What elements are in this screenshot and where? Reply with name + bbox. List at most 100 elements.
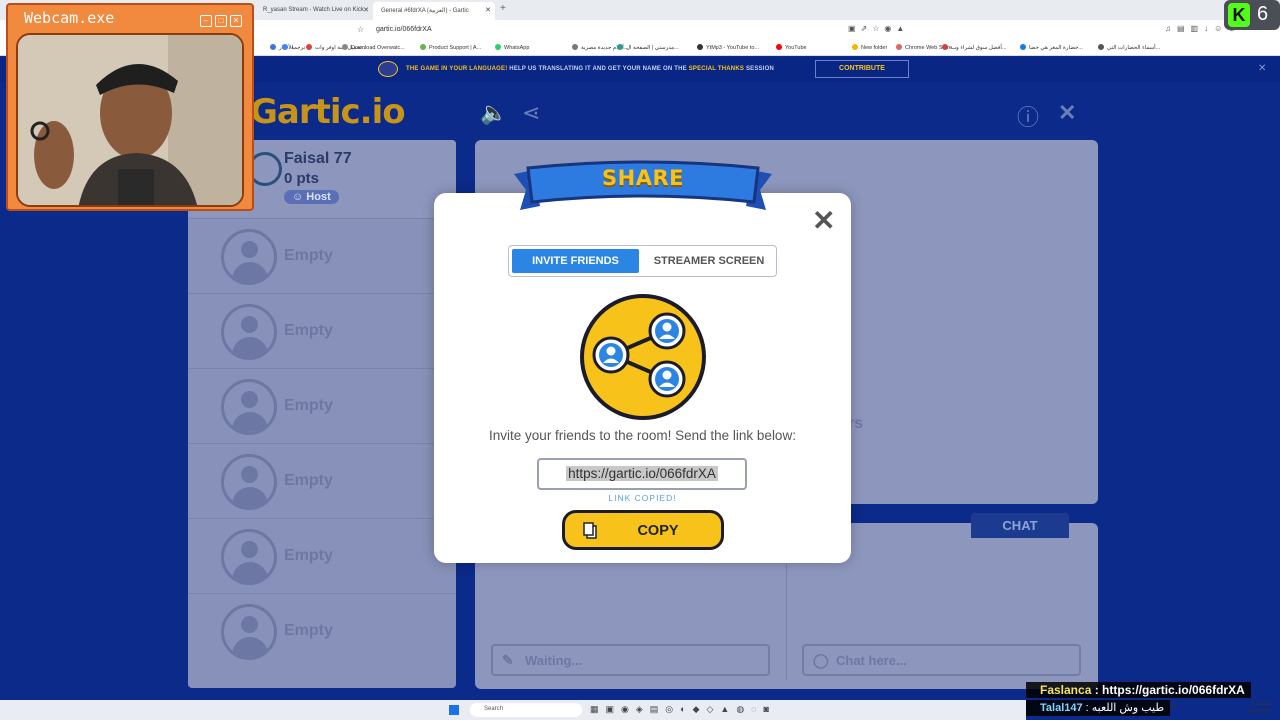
browser-tab-kick[interactable]: R_yasan Stream - Watch Live on Kick ✕: [255, 2, 373, 20]
bookmark-star-icon[interactable]: ☆: [357, 25, 364, 34]
host-badge-label: Host: [306, 191, 331, 203]
browser-tab-gartic[interactable]: General #6fdrXA (العربية) - Gartic ✕: [373, 2, 495, 20]
chat-placeholder: Chat here...: [836, 653, 907, 668]
bookmark-item[interactable]: YtMp3 - YouTube to...: [697, 44, 759, 51]
sound-icon[interactable]: 🔈: [480, 100, 507, 126]
bookmark-favicon-icon: [896, 44, 902, 50]
close-tab-icon[interactable]: ✕: [363, 6, 369, 14]
empty-avatar-icon: [221, 379, 277, 435]
bookmark-item[interactable]: New folder: [852, 44, 887, 51]
minimize-icon: –: [200, 15, 212, 27]
banner-mid: HELP US TRANSLATING IT AND GET YOUR NAME…: [507, 66, 689, 72]
system-clock[interactable]: 9:44 PM 8/26/2023: [1248, 702, 1270, 716]
taskbar-search[interactable]: Search: [470, 703, 582, 717]
url-field[interactable]: gartic.io/066fdrXA: [376, 26, 432, 33]
webcam-window-controls: – □ ✕: [197, 10, 242, 28]
player-slot-empty: Empty: [188, 443, 456, 518]
bookmark-item[interactable]: YouTube: [776, 44, 807, 51]
invite-message: Invite your friends to the room! Send th…: [489, 428, 796, 443]
clock-time: 9:44 PM: [1251, 702, 1271, 708]
stream-chat-message: Faslanca : https://gartic.io/066fdrXA: [1026, 682, 1251, 698]
invite-link-field[interactable]: https://gartic.io/066fdrXA: [537, 458, 747, 490]
banner-highlight: SPECIAL THANKS: [688, 66, 745, 72]
slot-label: Empty: [284, 247, 333, 264]
bookmark-favicon-icon: [342, 44, 348, 50]
banner-lead: THE GAME IN YOUR LANGUAGE!: [406, 66, 508, 72]
chat-username: Faslanca: [1040, 683, 1092, 697]
bookmark-label: ترجمة: [291, 45, 306, 51]
copy-button-label: COPY: [637, 523, 679, 539]
share-icon[interactable]: ⋖: [522, 100, 540, 126]
bookmark-item[interactable]: WhatsApp: [495, 44, 529, 51]
banner-close-icon[interactable]: ✕: [1258, 63, 1266, 74]
bookmark-favicon-icon: [495, 44, 501, 50]
modal-close-icon[interactable]: ✕: [812, 207, 835, 235]
chat-text: https://gartic.io/066fdrXA: [1102, 683, 1245, 697]
info-icon[interactable]: ⓘ: [1017, 100, 1039, 132]
bookmark-item[interactable]: ترجمة: [282, 44, 305, 51]
chat-separator: :: [1082, 702, 1092, 714]
pencil-icon: ✎: [502, 652, 514, 668]
link-copied-status: LINK COPIED!: [608, 493, 677, 503]
contribute-button[interactable]: CONTRIBUTE: [815, 60, 909, 78]
webcam-video: [16, 33, 244, 207]
empty-avatar-icon: [221, 529, 277, 585]
chat-text: طيب وش اللعبه: [1091, 702, 1165, 714]
slot-label: Empty: [284, 547, 333, 564]
tab-invite-friends[interactable]: INVITE FRIENDS: [512, 249, 639, 273]
player-slot-empty: Empty: [188, 593, 456, 668]
bookmark-item[interactable]: أفضل سوق لشراء وب...: [942, 44, 1007, 51]
host-name: Faisal 77: [284, 150, 352, 167]
answer-placeholder: Waiting...: [525, 653, 583, 668]
player-slot-empty: Empty: [188, 293, 456, 368]
taskbar-app-icons[interactable]: ▦▣◉◈▤◎◐◆◇▲◍◌◙: [590, 704, 776, 715]
bookmark-item[interactable]: أسماء الحضارات التي...: [1098, 44, 1160, 51]
new-tab-button[interactable]: +: [500, 3, 506, 14]
empty-avatar-icon: [221, 454, 277, 510]
player-slot-empty: Empty: [188, 218, 456, 293]
bookmark-item[interactable]: Product Support | A...: [420, 44, 481, 51]
share-mode-toggle: INVITE FRIENDS STREAMER SCREEN: [508, 245, 777, 277]
bookmark-label: حضارة المغر هي حضا...: [1029, 45, 1083, 51]
answer-input[interactable]: ✎ Waiting...: [491, 644, 770, 676]
empty-avatar-icon: [221, 304, 277, 360]
close-tab-icon[interactable]: ✕: [485, 6, 491, 14]
host-points: 0 pts: [284, 170, 320, 187]
windows-start-icon[interactable]: [449, 705, 459, 715]
slot-label: Empty: [284, 622, 333, 639]
bookmark-item[interactable]: Download Overwatc...: [342, 44, 405, 51]
bookmark-label: أسماء الحضارات التي...: [1107, 45, 1161, 51]
tab-streamer-screen[interactable]: STREAMER SCREEN: [643, 249, 775, 273]
player-list: Faisal 77 0 pts ☺ Host Empty Empty Empty Em…: [188, 140, 456, 688]
tab-title: R_yasan Stream - Watch Live on Kick: [263, 7, 364, 13]
bookmark-favicon-icon: [420, 44, 426, 50]
player-slot-empty: Empty: [188, 518, 456, 593]
empty-avatar-icon: [221, 604, 277, 660]
bookmark-favicon-icon: [852, 44, 858, 50]
bookmark-label: WhatsApp: [504, 45, 530, 51]
maximize-icon: □: [215, 15, 227, 27]
banner-text: THE GAME IN YOUR LANGUAGE! HELP US TRANS…: [406, 66, 774, 72]
exit-icon[interactable]: ✕: [1058, 100, 1076, 126]
bookmark-favicon-icon: [306, 44, 312, 50]
bookmark-label: Download Overwatc...: [351, 45, 405, 51]
windows-taskbar: Search ▦▣◉◈▤◎◐◆◇▲◍◌◙: [0, 700, 1026, 720]
bookmark-item[interactable]: حضارة المغر هي حضا...: [1020, 44, 1083, 51]
bookmark-label: أفضل سوق لشراء وب...: [951, 45, 1007, 51]
slot-label: Empty: [284, 322, 333, 339]
bookmark-favicon-icon: [942, 44, 948, 50]
bookmark-item[interactable]: مدرستي | الصفحة ال...: [617, 44, 679, 51]
kick-logo-icon: K: [1228, 3, 1250, 27]
bookmark-favicon-icon: [282, 44, 288, 50]
banner-end: SESSION: [744, 66, 775, 72]
taskbar-search-label: Search: [484, 706, 504, 712]
copy-button[interactable]: COPY: [562, 510, 724, 550]
player-slot-empty: Empty: [188, 368, 456, 443]
chat-input[interactable]: ◯ Chat here...: [802, 644, 1081, 676]
bookmark-favicon-icon: [572, 44, 578, 50]
chat-bubble-icon: ◯: [813, 652, 829, 668]
bookmark-label: YouTube: [785, 45, 807, 51]
stream-chat-message: Talal147 : طيب وش اللعبه: [1026, 700, 1171, 716]
address-actions-icons[interactable]: ▣⇗☆◉▲: [848, 24, 909, 33]
chat-tab[interactable]: CHAT: [971, 513, 1069, 538]
